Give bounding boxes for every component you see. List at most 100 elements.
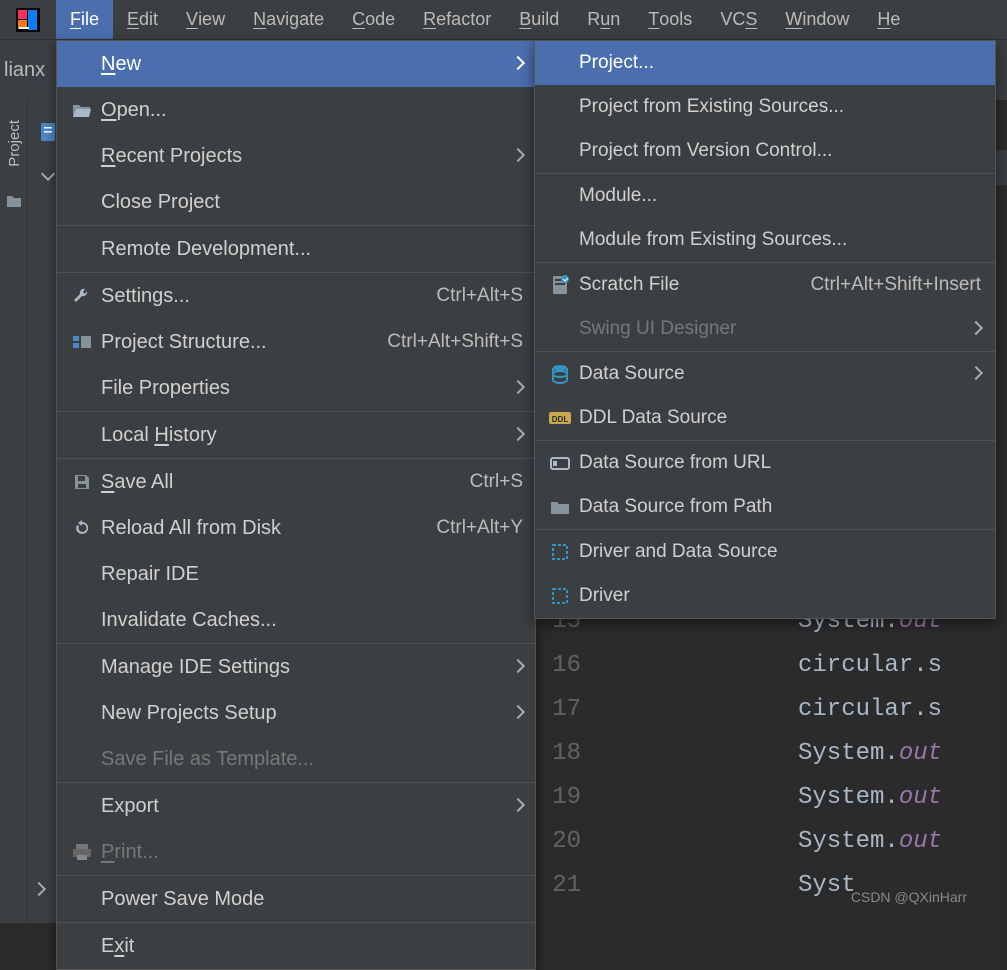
chevron-down-icon[interactable] — [43, 163, 53, 184]
watermark: CSDN @QXinHarr — [851, 889, 967, 905]
driver-ds-icon — [547, 543, 573, 561]
menu-label: Module... — [579, 185, 981, 207]
menu-label: Data Source — [579, 363, 965, 385]
new-menu-item-module-from-existing-sources[interactable]: Module from Existing Sources... — [535, 218, 995, 262]
line-number: 19 — [541, 776, 601, 820]
menu-label: Data Source from URL — [579, 452, 981, 474]
menu-label: Export — [101, 795, 507, 818]
file-menu: New Open...Recent ProjectsClose Project Re… — [56, 40, 536, 970]
menu-refactor[interactable]: Refactor — [409, 0, 505, 39]
svg-text:DDL: DDL — [552, 415, 569, 424]
code-line: circular.s — [798, 688, 942, 732]
chevron-right-icon — [507, 379, 523, 397]
reload-icon — [69, 519, 95, 537]
new-menu-item-driver[interactable]: Driver — [535, 574, 995, 618]
menu-label: Scratch File — [579, 274, 800, 296]
line-gutter: 15161718192021 — [541, 600, 601, 908]
new-menu-item-module[interactable]: Module... — [535, 174, 995, 218]
folder-icon — [547, 499, 573, 515]
code-content: System.outcircular.scircular.sSystem.out… — [798, 600, 942, 908]
file-icon[interactable] — [39, 122, 57, 147]
new-menu-item-data-source-from-path[interactable]: Data Source from Path — [535, 485, 995, 529]
file-menu-item-export[interactable]: Export — [57, 783, 535, 829]
menu-build[interactable]: Build — [505, 0, 573, 39]
file-menu-item-repair-ide[interactable]: Repair IDE — [57, 551, 535, 597]
file-menu-item-power-save-mode[interactable]: Power Save Mode — [57, 876, 535, 922]
file-menu-item-exit[interactable]: Exit — [57, 923, 535, 969]
file-menu-item-settings[interactable]: Settings... Ctrl+Alt+S — [57, 273, 535, 319]
line-number: 18 — [541, 732, 601, 776]
code-line: System.out — [798, 820, 942, 864]
project-tool-label[interactable]: Project — [6, 120, 23, 167]
new-submenu: Project... Project from Existing Sources.… — [534, 40, 996, 619]
menu-run[interactable]: Run — [573, 0, 634, 39]
menu-label: Power Save Mode — [101, 888, 523, 911]
expand-icon[interactable] — [34, 878, 44, 899]
file-menu-item-save-all[interactable]: Save AllCtrl+S — [57, 459, 535, 505]
file-menu-item-print: Print... — [57, 829, 535, 875]
menu-label: Remote Development... — [101, 238, 523, 261]
file-menu-item-close-project[interactable]: Close Project — [57, 179, 535, 225]
new-menu-item-driver-and-data-source[interactable]: Driver and Data Source — [535, 530, 995, 574]
menu-label: Project Structure... — [101, 331, 377, 354]
file-menu-item-remote-development[interactable]: Remote Development... — [57, 226, 535, 272]
print-icon — [69, 843, 95, 861]
menu-label: Print... — [101, 841, 523, 864]
file-menu-item-open[interactable]: Open... — [57, 87, 535, 133]
menu-code[interactable]: Code — [338, 0, 409, 39]
file-menu-item-invalidate-caches[interactable]: Invalidate Caches... — [57, 597, 535, 643]
menu-label: New Projects Setup — [101, 702, 507, 725]
file-menu-item-file-properties[interactable]: File Properties — [57, 365, 535, 411]
new-menu-item-ddl-data-source[interactable]: DDLDDL Data Source — [535, 396, 995, 440]
new-menu-item-swing-ui-designer: Swing UI Designer — [535, 307, 995, 351]
code-line: System.out — [798, 776, 942, 820]
file-menu-item-manage-ide-settings[interactable]: Manage IDE Settings — [57, 644, 535, 690]
file-menu-item-new-projects-setup[interactable]: New Projects Setup — [57, 690, 535, 736]
folder-open-icon — [69, 102, 95, 118]
chevron-right-icon — [507, 55, 523, 73]
line-number: 16 — [541, 644, 601, 688]
shortcut: Ctrl+Alt+S — [436, 285, 523, 307]
menu-edit[interactable]: Edit — [113, 0, 172, 39]
new-menu-item-scratch-file[interactable]: Scratch File Ctrl+Alt+Shift+Insert — [535, 263, 995, 307]
menu-label: Settings... — [101, 285, 426, 308]
file-menu-item-recent-projects[interactable]: Recent Projects — [57, 133, 535, 179]
chevron-right-icon — [965, 365, 981, 383]
menu-window[interactable]: Window — [771, 0, 863, 39]
new-menu-item-data-source[interactable]: Data Source — [535, 352, 995, 396]
menubar: FileEditViewNavigateCodeRefactorBuildRun… — [0, 0, 1007, 40]
new-menu-item-project-from-existing-sources[interactable]: Project from Existing Sources... — [535, 85, 995, 129]
shortcut: Ctrl+Alt+Shift+S — [387, 331, 523, 353]
menu-navigate[interactable]: Navigate — [239, 0, 338, 39]
menu-label: Driver and Data Source — [579, 541, 981, 563]
new-menu-item-project-from-version-control[interactable]: Project from Version Control... — [535, 129, 995, 173]
db-icon — [547, 364, 573, 384]
file-menu-item-local-history[interactable]: Local History — [57, 412, 535, 458]
menu-label: File Properties — [101, 377, 507, 400]
tool-strip-left: Project — [0, 100, 28, 923]
menu-he[interactable]: He — [863, 0, 914, 39]
folder-icon — [6, 192, 22, 206]
menu-label: Project... — [579, 52, 981, 74]
url-icon — [547, 455, 573, 471]
chevron-right-icon — [507, 147, 523, 165]
wrench-icon — [69, 287, 95, 305]
menu-label: Swing UI Designer — [579, 318, 965, 340]
menu-label: New — [101, 53, 507, 76]
file-menu-item-project-structure[interactable]: Project Structure... Ctrl+Alt+Shift+S — [57, 319, 535, 365]
menu-tools[interactable]: Tools — [634, 0, 706, 39]
shortcut: Ctrl+S — [470, 471, 523, 493]
menu-vcs[interactable]: VCS — [706, 0, 771, 39]
menu-label: Save File as Template... — [101, 748, 523, 771]
structure-icon — [69, 334, 95, 350]
menu-label: Module from Existing Sources... — [579, 229, 981, 251]
scratch-icon — [547, 275, 573, 295]
menu-file[interactable]: File — [56, 0, 113, 39]
menu-label: Local History — [101, 424, 507, 447]
menu-view[interactable]: View — [172, 0, 239, 39]
new-menu-item-project[interactable]: Project... — [535, 41, 995, 85]
file-menu-item-new[interactable]: New — [57, 41, 535, 87]
new-menu-item-data-source-from-url[interactable]: Data Source from URL — [535, 441, 995, 485]
shortcut: Ctrl+Alt+Shift+Insert — [810, 274, 981, 296]
file-menu-item-reload-all-from-disk[interactable]: Reload All from DiskCtrl+Alt+Y — [57, 505, 535, 551]
